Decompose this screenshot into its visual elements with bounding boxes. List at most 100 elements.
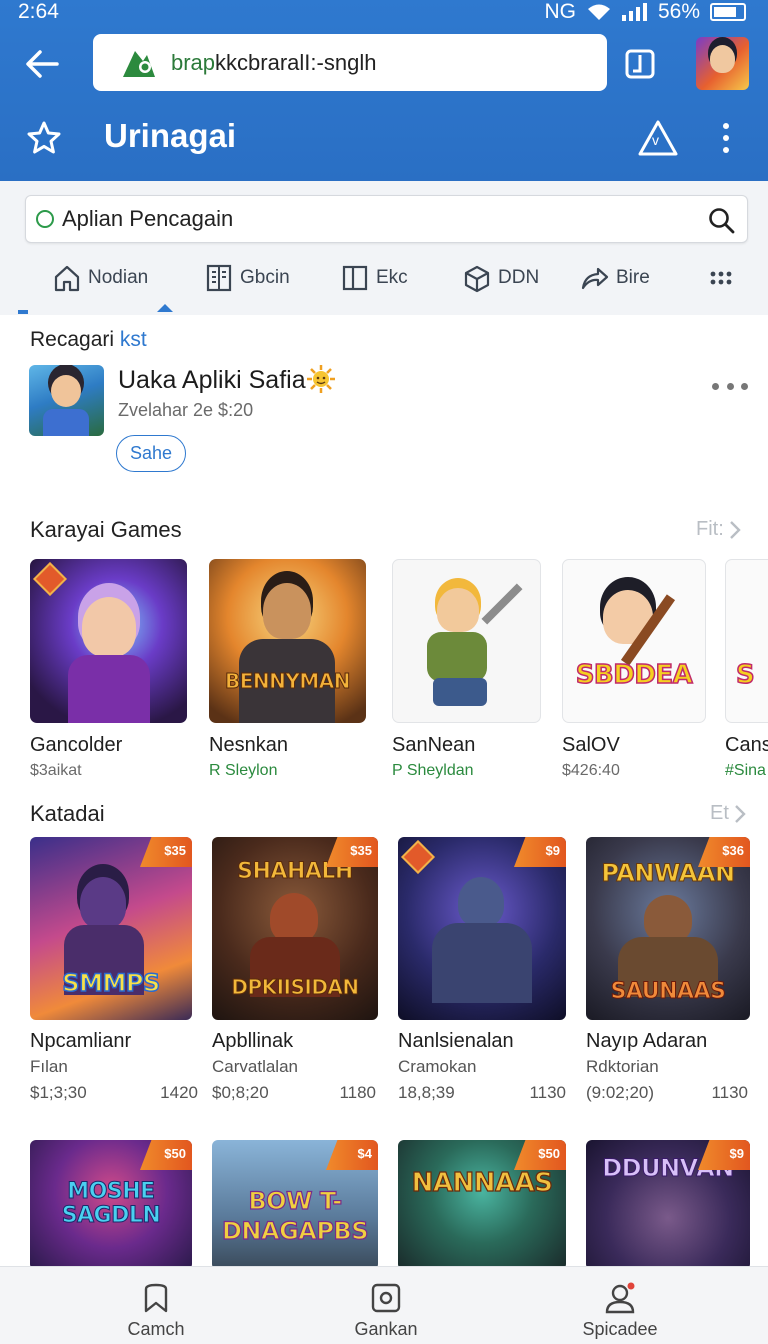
star-icon (27, 121, 61, 154)
game-price: R Sleylon (209, 762, 278, 779)
game-art: SHAHALH DPKIISIDAN $35 (212, 837, 378, 1020)
game-art-caption: NANNAAS (411, 1167, 554, 1198)
game-card[interactable]: BENNYMAN Nesnkan R Sleylon (209, 559, 369, 780)
game-card[interactable]: SanNean P Sheyldan (392, 559, 552, 780)
status-icons: NG 56% (544, 0, 746, 24)
game-card[interactable]: PANWAAN SAUNAAS $36 Nayıp Adaran Rdktori… (586, 837, 754, 1103)
game-art (392, 559, 541, 723)
game-count: 1180 (339, 1083, 376, 1102)
game-card[interactable]: Gancolder $3aikat (30, 559, 190, 780)
game-meta: $1;3;30 1420 (30, 1083, 198, 1103)
price-badge: $50 (514, 1140, 566, 1170)
games-see-all[interactable]: Fit: (696, 518, 742, 541)
game-card[interactable]: BOW T-DNAGAPBS $4 (212, 1140, 380, 1270)
game-art: NANNAAS $50 (398, 1140, 566, 1270)
search-text: Aplian Pencagain (62, 206, 234, 231)
overflow-menu-button[interactable] (708, 118, 744, 158)
site-logo-icon (123, 50, 155, 77)
app-header: 2:64 NG 56% brapkkcbraralI:-snglh Urinag… (0, 0, 768, 181)
game-card[interactable]: SMMPS $35 Npcamlianr Fılan $1;3;30 1420 (30, 837, 198, 1103)
game-card[interactable]: S Cans #Sina (725, 559, 768, 780)
game-price: $1;3;30 (30, 1083, 87, 1102)
tab-more[interactable] (706, 263, 736, 293)
game-card[interactable]: MOSHE SAGDLN $50 (30, 1140, 198, 1270)
game-art: DDUNVAN $9 (586, 1140, 750, 1270)
game-art: $9 (398, 837, 566, 1020)
game-art-caption: S (735, 659, 755, 691)
game-art: SMMPS $35 (30, 837, 192, 1020)
triangle-label: v (652, 132, 659, 148)
price-badge: $35 (140, 837, 192, 867)
tabs-button[interactable] (620, 44, 660, 84)
status-bar: 2:64 NG 56% (0, 0, 768, 26)
recent-more-button[interactable] (712, 372, 748, 400)
wifi-icon (587, 4, 610, 20)
tab-bire[interactable]: Bire (580, 263, 650, 293)
game-art: PANWAAN SAUNAAS $36 (586, 837, 750, 1020)
game-price: (9:02;20) (586, 1083, 655, 1102)
battery-percent: 56% (657, 0, 700, 23)
game-card[interactable]: SHAHALH DPKIISIDAN $35 Apbllinak Carvatl… (212, 837, 380, 1103)
home-icon (54, 265, 80, 292)
bottom-navigation: Camch Gankan Spicadee (0, 1266, 768, 1344)
game-card[interactable]: NANNAAS $50 (398, 1140, 566, 1270)
game-meta: (9:02;20) 1130 (586, 1083, 748, 1103)
recent-app-name[interactable]: Uaka Apliki Safia (118, 366, 306, 395)
game-price: $3aikat (30, 762, 82, 779)
search-icon[interactable] (707, 206, 735, 234)
game-name: Nayıp Adaran (586, 1030, 708, 1052)
game-developer: Fılan (30, 1057, 68, 1076)
game-count: 1420 (160, 1083, 198, 1102)
tab-ddn[interactable]: DDN (462, 263, 539, 293)
game-art: BOW T-DNAGAPBS $4 (212, 1140, 378, 1270)
game-card[interactable]: DDUNVAN $9 (586, 1140, 754, 1270)
chevron-right-icon (729, 520, 741, 539)
game-art: S (725, 559, 768, 723)
game-art: BENNYMAN (209, 559, 366, 723)
game-price: 18,8;39 (398, 1083, 455, 1102)
game-art-caption: SMMPS (62, 968, 161, 998)
game-meta: $0;8;20 1180 (212, 1083, 376, 1103)
back-button[interactable] (22, 44, 62, 84)
game-developer: Rdktorian (586, 1057, 659, 1076)
tab-gbcin[interactable]: Gbcin (204, 263, 290, 293)
nav-item-gankan[interactable]: Gankan (326, 1281, 446, 1340)
game-name: SalOV (562, 734, 620, 756)
favorite-button[interactable] (24, 118, 64, 158)
game-card[interactable]: SBDDEA SalOV $426:40 (562, 559, 722, 780)
game-price: P Sheyldan (392, 762, 474, 779)
game-name: Nesnkan (209, 734, 288, 756)
nav-item-spicadee[interactable]: Spicadee (560, 1281, 680, 1340)
games-section-title: Karayai Games (30, 517, 182, 542)
search-input[interactable]: Aplian Pencagain (25, 195, 748, 243)
price-badge: $9 (698, 1140, 750, 1170)
tab-caret (157, 304, 173, 312)
status-time: 2:64 (18, 0, 59, 23)
bookmark-icon (144, 1283, 168, 1313)
recent-app-thumbnail[interactable] (29, 365, 104, 436)
game-name: Cans (725, 734, 768, 756)
alert-button[interactable]: v (636, 118, 680, 160)
verified-icon (36, 210, 54, 228)
share-icon (581, 267, 609, 290)
tabs-icon (625, 49, 655, 79)
second-see-all[interactable]: Et (710, 802, 747, 825)
network-label: NG (544, 0, 576, 23)
address-bar[interactable]: brapkkcbraralI:-snglh (93, 34, 607, 91)
save-button[interactable]: Sahe (116, 435, 186, 472)
url-text: brapkkcbraralI:-snglh (171, 49, 377, 75)
signal-icon (621, 3, 647, 21)
game-art: MOSHE SAGDLN $50 (30, 1140, 192, 1270)
game-meta: 18,8;39 1130 (398, 1083, 566, 1103)
game-price: #Sina (725, 762, 766, 779)
game-card[interactable]: $9 Nanlsienalan Cramokan 18,8;39 1130 (398, 837, 566, 1103)
profile-avatar[interactable] (696, 37, 749, 90)
battery-icon (710, 3, 746, 21)
nav-item-camch[interactable]: Camch (96, 1281, 216, 1340)
chevron-right-icon (735, 804, 746, 823)
game-developer: Carvatlalan (212, 1057, 298, 1076)
game-name: Apbllinak (212, 1030, 294, 1052)
tab-ekc[interactable]: Ekc (340, 263, 408, 293)
game-art-caption: DPKIISIDAN (231, 975, 360, 1000)
tab-nodian[interactable]: Nodian (52, 263, 148, 293)
